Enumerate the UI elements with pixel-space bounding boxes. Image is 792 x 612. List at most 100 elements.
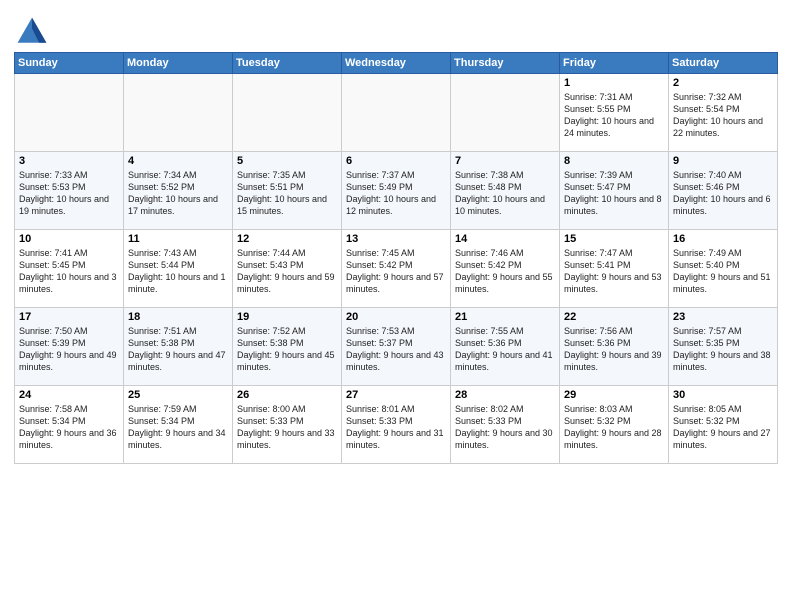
calendar-cell xyxy=(124,74,233,152)
calendar-cell: 10 Sunrise: 7:41 AM Sunset: 5:45 PM Dayli… xyxy=(15,230,124,308)
calendar-cell: 24Sunrise: 7:58 AM Sunset: 5:34 PM Dayli… xyxy=(15,386,124,464)
day-info: Sunrise: 7:56 AM Sunset: 5:36 PM Dayligh… xyxy=(564,325,664,374)
day-info: Sunrise: 7:43 AM Sunset: 5:44 PM Dayligh… xyxy=(128,247,228,296)
calendar-cell: 14Sunrise: 7:46 AM Sunset: 5:42 PM Dayli… xyxy=(451,230,560,308)
day-info: Sunrise: 8:00 AM Sunset: 5:33 PM Dayligh… xyxy=(237,403,337,452)
day-info: Sunrise: 8:03 AM Sunset: 5:32 PM Dayligh… xyxy=(564,403,664,452)
calendar-header-row: SundayMondayTuesdayWednesdayThursdayFrid… xyxy=(15,53,778,74)
calendar-header-saturday: Saturday xyxy=(669,53,778,74)
day-info: Sunrise: 8:02 AM Sunset: 5:33 PM Dayligh… xyxy=(455,403,555,452)
day-number: 2 xyxy=(673,77,773,89)
day-number: 23 xyxy=(673,311,773,323)
calendar-cell xyxy=(342,74,451,152)
day-number: 29 xyxy=(564,389,664,401)
calendar-cell: 27 Sunrise: 8:01 AM Sunset: 5:33 PM Dayli… xyxy=(342,386,451,464)
day-number: 7 xyxy=(455,155,555,167)
calendar-cell: 15Sunrise: 7:47 AM Sunset: 5:41 PM Dayli… xyxy=(560,230,669,308)
day-number: 22 xyxy=(564,311,664,323)
calendar-cell: 6 Sunrise: 7:37 AM Sunset: 5:49 PM Daylig… xyxy=(342,152,451,230)
day-info: Sunrise: 7:39 AM Sunset: 5:47 PM Dayligh… xyxy=(564,169,664,218)
day-number: 1 xyxy=(564,77,664,89)
calendar-cell: 13Sunrise: 7:45 AM Sunset: 5:42 PM Dayli… xyxy=(342,230,451,308)
calendar-cell xyxy=(451,74,560,152)
day-number: 25 xyxy=(128,389,228,401)
day-number: 20 xyxy=(346,311,446,323)
day-info: Sunrise: 7:52 AM Sunset: 5:38 PM Dayligh… xyxy=(237,325,337,374)
day-number: 16 xyxy=(673,233,773,245)
day-info: Sunrise: 8:01 AM Sunset: 5:33 PM Dayligh… xyxy=(346,403,446,452)
day-info: Sunrise: 7:44 AM Sunset: 5:43 PM Dayligh… xyxy=(237,247,337,296)
day-info: Sunrise: 7:45 AM Sunset: 5:42 PM Dayligh… xyxy=(346,247,446,296)
calendar-week-row: 24Sunrise: 7:58 AM Sunset: 5:34 PM Dayli… xyxy=(15,386,778,464)
day-info: Sunrise: 7:49 AM Sunset: 5:40 PM Dayligh… xyxy=(673,247,773,296)
calendar-cell: 29 Sunrise: 8:03 AM Sunset: 5:32 PM Dayli… xyxy=(560,386,669,464)
calendar-header-thursday: Thursday xyxy=(451,53,560,74)
calendar-cell: 7 Sunrise: 7:38 AM Sunset: 5:48 PM Daylig… xyxy=(451,152,560,230)
calendar-cell: 11Sunrise: 7:43 AM Sunset: 5:44 PM Dayli… xyxy=(124,230,233,308)
calendar-week-row: 3 Sunrise: 7:33 AM Sunset: 5:53 PM Daylig… xyxy=(15,152,778,230)
calendar-cell: 2 Sunrise: 7:32 AM Sunset: 5:54 PM Daylig… xyxy=(669,74,778,152)
day-info: Sunrise: 7:51 AM Sunset: 5:38 PM Dayligh… xyxy=(128,325,228,374)
calendar-cell: 12 Sunrise: 7:44 AM Sunset: 5:43 PM Dayli… xyxy=(233,230,342,308)
day-number: 15 xyxy=(564,233,664,245)
calendar-cell xyxy=(233,74,342,152)
day-info: Sunrise: 7:38 AM Sunset: 5:48 PM Dayligh… xyxy=(455,169,555,218)
day-number: 8 xyxy=(564,155,664,167)
day-number: 30 xyxy=(673,389,773,401)
day-info: Sunrise: 7:37 AM Sunset: 5:49 PM Dayligh… xyxy=(346,169,446,218)
day-info: Sunrise: 8:05 AM Sunset: 5:32 PM Dayligh… xyxy=(673,403,773,452)
page-container: SundayMondayTuesdayWednesdayThursdayFrid… xyxy=(0,0,792,470)
calendar-cell: 19 Sunrise: 7:52 AM Sunset: 5:38 PM Dayli… xyxy=(233,308,342,386)
day-info: Sunrise: 7:33 AM Sunset: 5:53 PM Dayligh… xyxy=(19,169,119,218)
calendar-week-row: 1 Sunrise: 7:31 AM Sunset: 5:55 PM Daylig… xyxy=(15,74,778,152)
day-number: 19 xyxy=(237,311,337,323)
day-info: Sunrise: 7:53 AM Sunset: 5:37 PM Dayligh… xyxy=(346,325,446,374)
calendar-cell: 22 Sunrise: 7:56 AM Sunset: 5:36 PM Dayli… xyxy=(560,308,669,386)
day-info: Sunrise: 7:35 AM Sunset: 5:51 PM Dayligh… xyxy=(237,169,337,218)
calendar-cell: 5Sunrise: 7:35 AM Sunset: 5:51 PM Daylig… xyxy=(233,152,342,230)
calendar-cell: 8 Sunrise: 7:39 AM Sunset: 5:47 PM Daylig… xyxy=(560,152,669,230)
day-number: 3 xyxy=(19,155,119,167)
day-number: 26 xyxy=(237,389,337,401)
day-number: 17 xyxy=(19,311,119,323)
calendar-cell: 9 Sunrise: 7:40 AM Sunset: 5:46 PM Daylig… xyxy=(669,152,778,230)
day-info: Sunrise: 7:46 AM Sunset: 5:42 PM Dayligh… xyxy=(455,247,555,296)
day-info: Sunrise: 7:40 AM Sunset: 5:46 PM Dayligh… xyxy=(673,169,773,218)
day-number: 24 xyxy=(19,389,119,401)
day-number: 21 xyxy=(455,311,555,323)
calendar-cell: 20 Sunrise: 7:53 AM Sunset: 5:37 PM Dayli… xyxy=(342,308,451,386)
calendar-header-monday: Monday xyxy=(124,53,233,74)
calendar-week-row: 10 Sunrise: 7:41 AM Sunset: 5:45 PM Dayli… xyxy=(15,230,778,308)
calendar-week-row: 17 Sunrise: 7:50 AM Sunset: 5:39 PM Dayli… xyxy=(15,308,778,386)
day-number: 18 xyxy=(128,311,228,323)
calendar-cell: 25 Sunrise: 7:59 AM Sunset: 5:34 PM Dayli… xyxy=(124,386,233,464)
day-number: 10 xyxy=(19,233,119,245)
calendar-cell: 28 Sunrise: 8:02 AM Sunset: 5:33 PM Dayli… xyxy=(451,386,560,464)
calendar-cell: 21 Sunrise: 7:55 AM Sunset: 5:36 PM Dayli… xyxy=(451,308,560,386)
day-number: 6 xyxy=(346,155,446,167)
day-info: Sunrise: 7:57 AM Sunset: 5:35 PM Dayligh… xyxy=(673,325,773,374)
calendar-header-sunday: Sunday xyxy=(15,53,124,74)
day-info: Sunrise: 7:32 AM Sunset: 5:54 PM Dayligh… xyxy=(673,91,773,140)
day-info: Sunrise: 7:34 AM Sunset: 5:52 PM Dayligh… xyxy=(128,169,228,218)
day-info: Sunrise: 7:41 AM Sunset: 5:45 PM Dayligh… xyxy=(19,247,119,296)
day-info: Sunrise: 7:55 AM Sunset: 5:36 PM Dayligh… xyxy=(455,325,555,374)
logo xyxy=(14,14,54,50)
calendar-cell: 30 Sunrise: 8:05 AM Sunset: 5:32 PM Dayli… xyxy=(669,386,778,464)
logo-icon xyxy=(14,14,50,50)
day-number: 28 xyxy=(455,389,555,401)
calendar-cell: 4Sunrise: 7:34 AM Sunset: 5:52 PM Daylig… xyxy=(124,152,233,230)
calendar-cell: 17 Sunrise: 7:50 AM Sunset: 5:39 PM Dayli… xyxy=(15,308,124,386)
calendar-cell: 1 Sunrise: 7:31 AM Sunset: 5:55 PM Daylig… xyxy=(560,74,669,152)
calendar-cell: 18 Sunrise: 7:51 AM Sunset: 5:38 PM Dayli… xyxy=(124,308,233,386)
day-info: Sunrise: 7:59 AM Sunset: 5:34 PM Dayligh… xyxy=(128,403,228,452)
day-info: Sunrise: 7:50 AM Sunset: 5:39 PM Dayligh… xyxy=(19,325,119,374)
day-info: Sunrise: 7:31 AM Sunset: 5:55 PM Dayligh… xyxy=(564,91,664,140)
header xyxy=(14,10,778,50)
calendar-cell: 16 Sunrise: 7:49 AM Sunset: 5:40 PM Dayli… xyxy=(669,230,778,308)
day-number: 12 xyxy=(237,233,337,245)
day-number: 9 xyxy=(673,155,773,167)
day-number: 27 xyxy=(346,389,446,401)
calendar-header-friday: Friday xyxy=(560,53,669,74)
calendar-cell xyxy=(15,74,124,152)
